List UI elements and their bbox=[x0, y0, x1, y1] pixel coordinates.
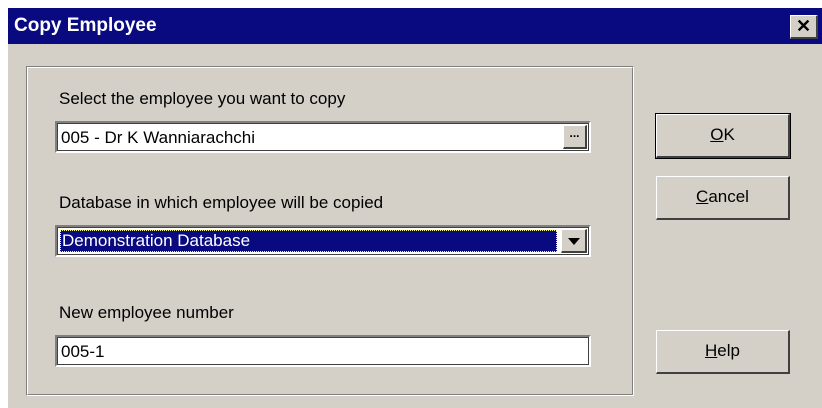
copy-employee-dialog: Copy Employee ✕ Select the employee you … bbox=[6, 6, 822, 408]
close-icon: ✕ bbox=[795, 16, 812, 36]
employee-group-box: Select the employee you want to copy 005… bbox=[26, 66, 634, 396]
chevron-down-icon bbox=[568, 238, 580, 245]
browse-employee-button[interactable]: ... bbox=[563, 125, 587, 149]
new-number-value: 005-1 bbox=[61, 342, 105, 361]
database-selected-value: Demonstration Database bbox=[60, 230, 557, 252]
title-bar[interactable]: Copy Employee ✕ bbox=[8, 8, 822, 44]
cancel-button[interactable]: Cancel bbox=[656, 176, 790, 220]
database-label: Database in which employee will be copie… bbox=[59, 193, 384, 212]
close-button[interactable]: ✕ bbox=[790, 15, 818, 39]
ok-button[interactable]: OK bbox=[655, 113, 791, 159]
database-dropdown-button[interactable] bbox=[561, 229, 587, 253]
employee-field[interactable]: 005 - Dr K Wanniarachchi ... bbox=[55, 121, 591, 153]
employee-value: 005 - Dr K Wanniarachchi bbox=[61, 128, 256, 147]
new-number-label: New employee number bbox=[59, 303, 234, 322]
new-number-field[interactable]: 005-1 bbox=[55, 335, 591, 367]
ellipsis-icon: ... bbox=[569, 126, 580, 140]
database-select[interactable]: Demonstration Database bbox=[55, 225, 591, 257]
window-title: Copy Employee bbox=[14, 15, 157, 36]
employee-label: Select the employee you want to copy bbox=[59, 89, 346, 108]
help-button[interactable]: Help bbox=[656, 330, 790, 374]
